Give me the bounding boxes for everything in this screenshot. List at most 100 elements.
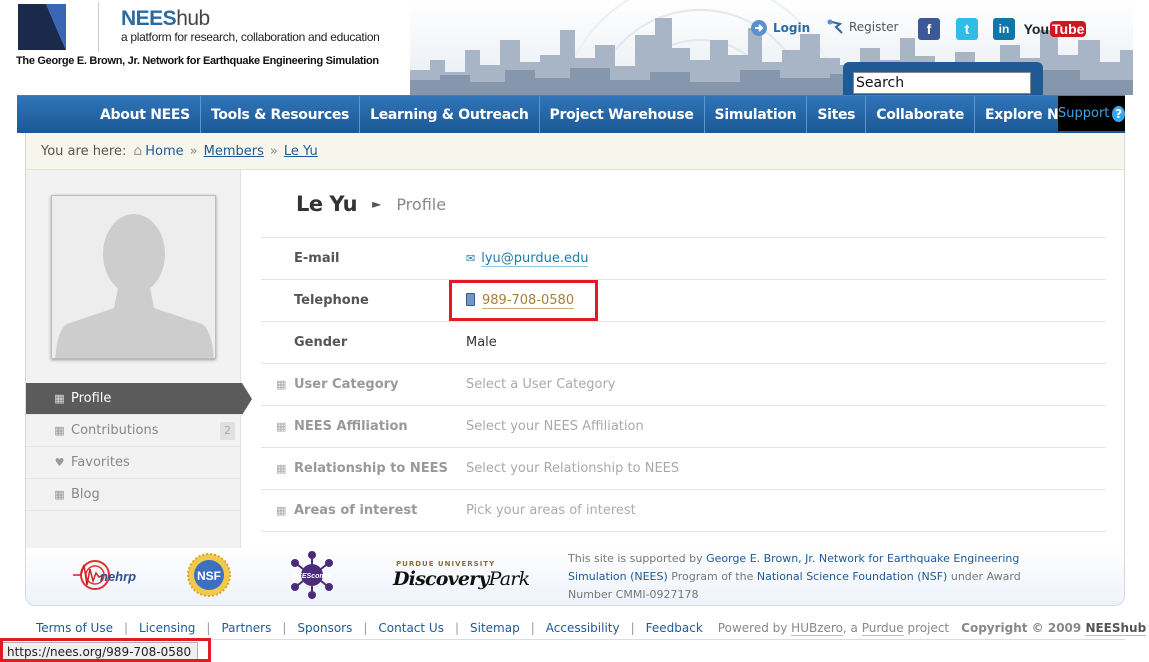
neescomm-network-icon: NEEScomm	[291, 551, 333, 599]
profile-fields: E-mail ✉ lyu@purdue.edu Telephone 989-708…	[261, 237, 1106, 532]
nehrp-text: nehrp	[100, 569, 136, 584]
hubzero-link[interactable]: HUBzero	[791, 621, 843, 636]
heart-icon: ♥	[54, 456, 65, 469]
breadcrumb-prefix: You are here:	[41, 143, 127, 159]
avatar	[51, 195, 216, 359]
telephone-highlight-box	[449, 280, 598, 321]
profile-section-title: Profile	[396, 194, 447, 214]
sidebar-item-contributions[interactable]: ▦ Contributions 2	[26, 415, 241, 447]
profile-name: Le Yu	[296, 192, 358, 216]
field-label: Gender	[294, 335, 348, 350]
powered-prefix: Powered by	[717, 621, 792, 635]
edit-field-icon: ▦	[276, 420, 287, 433]
nav-item-sites[interactable]: Sites	[807, 96, 867, 134]
field-row-user-category[interactable]: ▦ User Category Select a User Category	[261, 364, 1106, 406]
purdue-link[interactable]: Purdue	[861, 621, 904, 636]
site-tagline: a platform for research, collaboration a…	[121, 30, 380, 44]
field-value: Male	[466, 335, 497, 350]
profile-icon: ▦	[54, 392, 65, 405]
sidebar-item-favorites[interactable]: ♥ Favorites	[26, 447, 241, 479]
field-value[interactable]: Pick your areas of interest	[466, 503, 636, 518]
nav-item-collaborate[interactable]: Collaborate	[866, 96, 976, 134]
nsf-logo[interactable]: NSF	[186, 550, 232, 600]
sidebar-item-label: Favorites	[71, 455, 130, 470]
field-label: Telephone	[294, 293, 369, 308]
site-name-suffix: hub	[176, 7, 210, 30]
neescomm-logo[interactable]: NEEScomm	[281, 550, 351, 600]
sidebar-item-label: Blog	[71, 487, 100, 502]
site-name[interactable]: NEEShub	[121, 7, 210, 31]
field-label: Relationship to NEES	[294, 461, 448, 476]
footer-link-feedback[interactable]: Feedback	[635, 621, 714, 635]
logo-divider	[98, 2, 99, 52]
discovery-park-logo[interactable]: PURDUE UNIVERSITY DiscoveryPark	[393, 550, 530, 600]
footer-link-contact[interactable]: Contact Us	[367, 621, 455, 635]
nsf-link[interactable]: National Science Foundation (NSF)	[757, 570, 948, 583]
support-tab[interactable]: Support ?	[1058, 96, 1125, 131]
field-label: NEES Affiliation	[294, 419, 408, 434]
field-label: Areas of interest	[294, 503, 418, 518]
sidebar-item-blog[interactable]: ▦ Blog	[26, 479, 241, 511]
main-navigation: About NEES Tools & Resources Learning & …	[17, 95, 1126, 134]
nav-item-learning-outreach[interactable]: Learning & Outreach	[360, 96, 540, 134]
nehrp-logo[interactable]: nehrp	[73, 550, 139, 600]
park-word: Park	[488, 568, 530, 590]
support-statement: This site is supported by George E. Brow…	[568, 550, 1038, 604]
search-input[interactable]	[853, 72, 1031, 94]
field-row-relationship[interactable]: ▦ Relationship to NEES Select your Relat…	[261, 448, 1106, 490]
discovery-park-name: DiscoveryPark	[393, 568, 530, 590]
copyright: Copyright © 2009 NEEShub	[961, 621, 1147, 636]
home-icon: ⌂	[133, 143, 143, 159]
youtube-tube: Tube	[1050, 21, 1087, 37]
footer-link-terms[interactable]: Terms of Use	[25, 621, 124, 635]
nees-logo-mark[interactable]	[16, 2, 68, 52]
profile-menu: ▦ Profile ▦ Contributions 2 ♥ Favorites …	[26, 383, 252, 511]
breadcrumb-members[interactable]: Members	[204, 144, 264, 159]
content-panel: You are here: ⌂ Home » Members » Le Yu ▦…	[25, 133, 1125, 606]
discovery-word: Discovery	[393, 568, 489, 590]
powered-suffix: project	[903, 621, 950, 635]
login-link[interactable]: Login	[750, 19, 810, 37]
nav-item-project-warehouse[interactable]: Project Warehouse	[540, 96, 705, 134]
network-name: The George E. Brown, Jr. Network for Ear…	[16, 55, 379, 67]
linkedin-icon[interactable]: in	[993, 18, 1015, 40]
field-row-nees-affiliation[interactable]: ▦ NEES Affiliation Select your NEES Affi…	[261, 406, 1106, 448]
site-name-main: NEES	[121, 7, 177, 30]
count-badge: 2	[220, 422, 235, 440]
twitter-icon[interactable]: t	[956, 18, 978, 40]
register-link[interactable]: Register	[826, 19, 898, 35]
breadcrumb-current[interactable]: Le Yu	[284, 144, 318, 159]
youtube-icon[interactable]: You Tube	[1024, 17, 1087, 41]
facebook-icon[interactable]: f	[918, 18, 940, 40]
help-icon: ?	[1112, 105, 1125, 122]
field-value[interactable]: Select your NEES Affiliation	[466, 419, 644, 434]
field-value[interactable]: Select your Relationship to NEES	[466, 461, 679, 476]
contributions-icon: ▦	[54, 424, 65, 437]
footer-link-accessibility[interactable]: Accessibility	[535, 621, 631, 635]
footer-link-partners[interactable]: Partners	[210, 621, 282, 635]
field-row-gender: Gender Male	[261, 322, 1106, 364]
copyright-owner-link[interactable]: NEEShub	[1085, 621, 1147, 636]
nav-item-about-nees[interactable]: About NEES	[90, 96, 201, 134]
register-label: Register	[849, 20, 899, 34]
nav-item-simulation[interactable]: Simulation	[705, 96, 808, 134]
footer-link-licensing[interactable]: Licensing	[128, 621, 206, 635]
edit-field-icon: ▦	[276, 504, 287, 517]
breadcrumb-home[interactable]: Home	[145, 144, 183, 159]
nav-items: About NEES Tools & Resources Learning & …	[90, 96, 1126, 134]
login-icon	[751, 20, 767, 36]
nav-item-tools-resources[interactable]: Tools & Resources	[201, 96, 361, 134]
email-link[interactable]: lyu@purdue.edu	[481, 251, 589, 267]
field-row-telephone: Telephone 989-708-0580	[261, 280, 1106, 322]
field-value[interactable]: Select a User Category	[466, 377, 615, 392]
sidebar-item-profile[interactable]: ▦ Profile	[26, 383, 252, 415]
field-row-areas-of-interest[interactable]: ▦ Areas of interest Pick your areas of i…	[261, 490, 1106, 532]
footer-link-sponsors[interactable]: Sponsors	[286, 621, 363, 635]
envelope-icon: ✉	[466, 252, 476, 265]
breadcrumb: You are here: ⌂ Home » Members » Le Yu	[26, 133, 1124, 170]
field-label: E-mail	[294, 251, 340, 266]
sponsors-strip: nehrp NSF NEEScomm PURDUE UNIVERSITY Dis…	[26, 548, 1124, 605]
support-text-2: Program of the	[667, 570, 757, 583]
breadcrumb-separator: »	[189, 143, 198, 159]
footer-link-sitemap[interactable]: Sitemap	[459, 621, 531, 635]
